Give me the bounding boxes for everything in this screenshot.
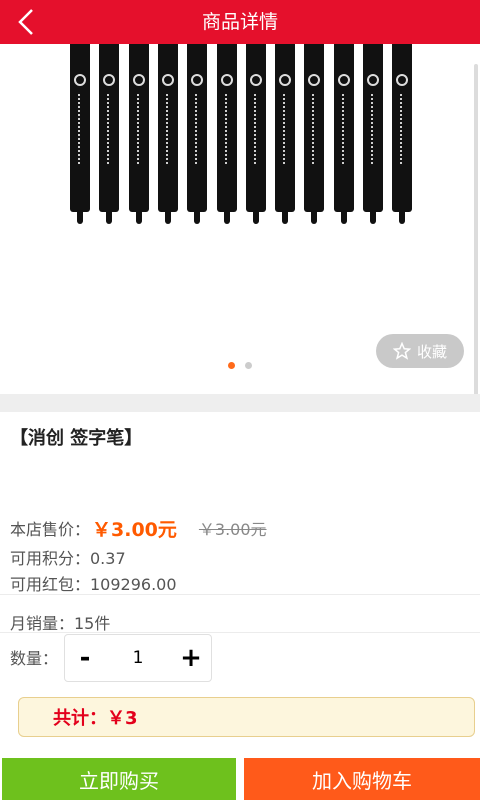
total-label: 共计：￥3	[53, 708, 138, 729]
pen-graphic	[333, 44, 354, 224]
product-image-carousel[interactable]: 收藏	[0, 44, 480, 394]
pen-graphic	[157, 44, 178, 224]
price-label: 本店售价：	[10, 520, 91, 539]
quantity-stepper: - 1 +	[64, 634, 212, 682]
pen-graphic	[275, 44, 296, 224]
page-title: 商品详情	[201, 11, 278, 33]
product-name: 【消创 签字笔】	[10, 428, 143, 449]
increase-button[interactable]: +	[171, 635, 211, 681]
pen-graphic	[99, 44, 120, 224]
carousel-dot[interactable]	[245, 362, 252, 369]
star-outline-icon	[392, 342, 411, 360]
pen-graphic	[245, 44, 266, 224]
buy-now-button[interactable]: 立即购买	[2, 758, 236, 800]
carousel-dot-active[interactable]	[228, 362, 235, 369]
available-red-packet: 可用红包：109296.00	[10, 575, 177, 594]
decrease-button[interactable]: -	[65, 635, 105, 681]
quantity-label: 数量：	[10, 649, 59, 668]
header-bar: 商品详情	[0, 0, 480, 44]
add-to-cart-button[interactable]: 加入购物车	[244, 758, 480, 800]
favorite-label: 收藏	[416, 342, 447, 361]
divider	[0, 594, 480, 595]
total-summary: 共计：￥3	[18, 697, 475, 737]
pen-graphic	[304, 44, 325, 224]
pen-graphic	[216, 44, 237, 224]
carousel-indicator	[0, 362, 480, 369]
section-divider	[0, 394, 480, 412]
scrollbar[interactable]	[474, 64, 478, 394]
divider	[0, 632, 480, 633]
action-bar: 立即购买 加入购物车	[0, 758, 480, 800]
pen-graphic	[128, 44, 149, 224]
price-row: 本店售价： ￥3.00元 ￥3.00元	[10, 514, 267, 542]
pen-graphic	[363, 44, 383, 224]
pen-graphic	[392, 44, 413, 224]
pen-graphic	[187, 44, 208, 224]
original-price: ￥3.00元	[198, 520, 267, 539]
available-points: 可用积分：0.37	[10, 549, 126, 568]
quantity-value[interactable]: 1	[105, 648, 171, 668]
pen-graphic	[70, 44, 90, 224]
product-image	[70, 44, 420, 224]
monthly-sales: 月销量：15件	[10, 614, 111, 633]
current-price: ￥3.00元	[92, 518, 177, 541]
